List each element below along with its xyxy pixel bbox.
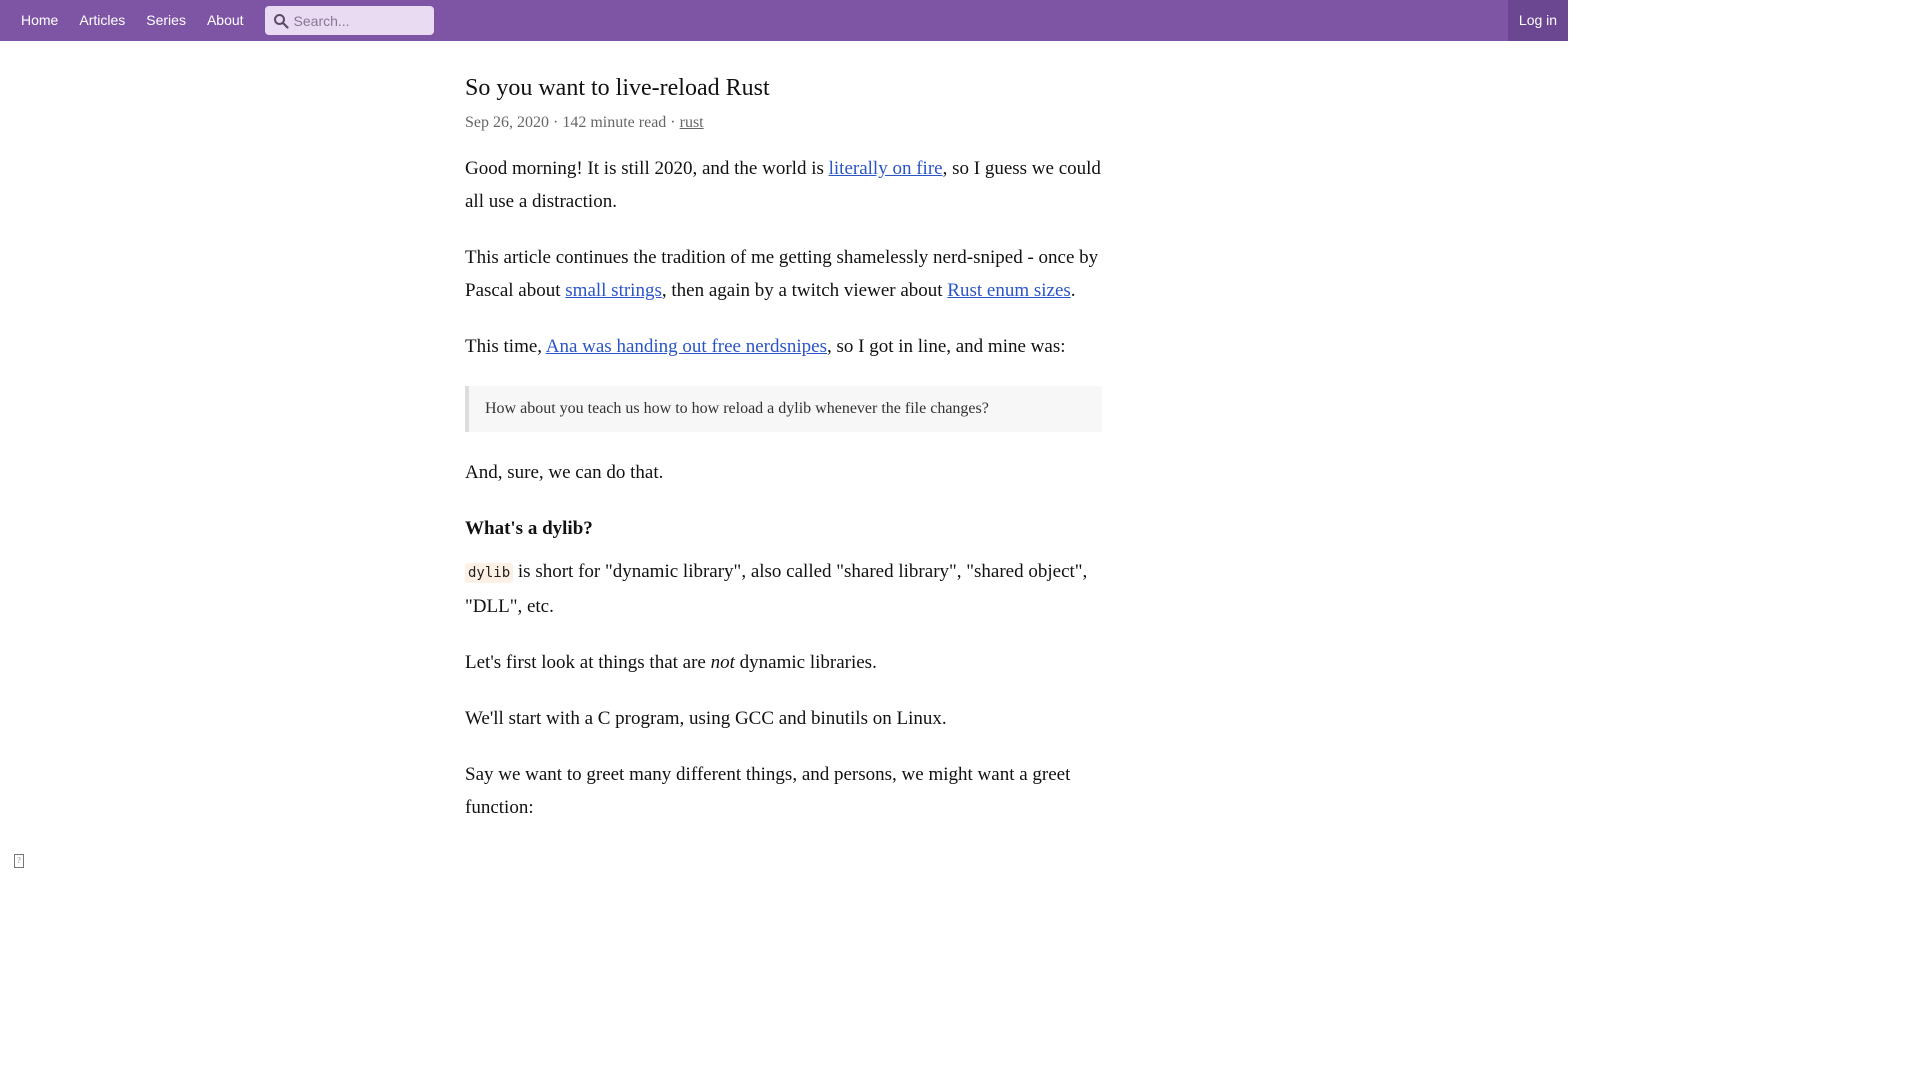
paragraph-text: is short for "dynamic library", also cal…	[465, 561, 1088, 617]
paragraph-text: Good morning! It is still 2020, and the …	[465, 158, 829, 179]
search-box[interactable]	[264, 6, 434, 35]
inline-code-dylib: dylib	[465, 563, 514, 583]
link-small-strings[interactable]: small strings	[565, 280, 662, 301]
paragraph-text: This time,	[465, 336, 546, 357]
top-navigation-bar: Home Articles Series About Log in	[0, 0, 1568, 41]
nav-series[interactable]: Series	[146, 0, 186, 41]
paragraph-not-dynamic: Let's first look at things that are not …	[465, 646, 1105, 679]
search-input[interactable]	[291, 11, 422, 30]
article-meta: Sep 26, 2020 · 142 minute read · rust	[465, 111, 1105, 135]
emphasis-not: not	[710, 652, 735, 673]
quote-block: How about you teach us how to how reload…	[465, 386, 1102, 432]
tag-link-rust[interactable]: rust	[680, 114, 704, 131]
paragraph-text: .	[1070, 280, 1076, 301]
paragraph-dylib-definition: dylib is short for "dynamic library", al…	[465, 555, 1105, 623]
nav-home[interactable]: Home	[21, 0, 58, 41]
paragraph-text: Let's first look at things that are	[465, 652, 711, 673]
paragraph-tradition: This article continues the tradition of …	[465, 241, 1105, 307]
nav-about[interactable]: About	[207, 0, 244, 41]
paragraph-greet: Say we want to greet many different thin…	[465, 764, 1071, 818]
paragraph-text: , then again by a twitch viewer about	[661, 280, 948, 301]
nav-articles[interactable]: Articles	[79, 0, 125, 41]
link-free-nerdsnipes[interactable]: Ana was handing out free nerdsnipes	[546, 336, 827, 357]
article-date-readtime: Sep 26, 2020 · 142 minute read ·	[465, 114, 680, 131]
paragraph-c-program: We'll start with a C program, using GCC …	[465, 708, 947, 729]
paragraph-intro: Good morning! It is still 2020, and the …	[465, 152, 1105, 218]
paragraph-text: dynamic libraries.	[734, 652, 877, 673]
section-heading-whats-a-dylib: What's a dylib?	[465, 518, 593, 539]
link-literally-on-fire[interactable]: literally on fire	[829, 158, 943, 179]
search-icon	[273, 13, 289, 29]
article: So you want to live-reload Rust Sep 26, …	[465, 72, 1105, 824]
paragraph-this-time: This time, Ana was handing out free nerd…	[465, 330, 1105, 363]
paragraph-text: , so I got in line, and mine was:	[826, 336, 1066, 357]
link-rust-enum-sizes[interactable]: Rust enum sizes	[947, 280, 1071, 301]
login-button[interactable]: Log in	[1508, 0, 1568, 41]
paragraph-sure: And, sure, we can do that.	[465, 462, 664, 483]
article-title: So you want to live-reload Rust	[465, 75, 770, 101]
missing-glyph-icon: ?	[14, 854, 24, 868]
